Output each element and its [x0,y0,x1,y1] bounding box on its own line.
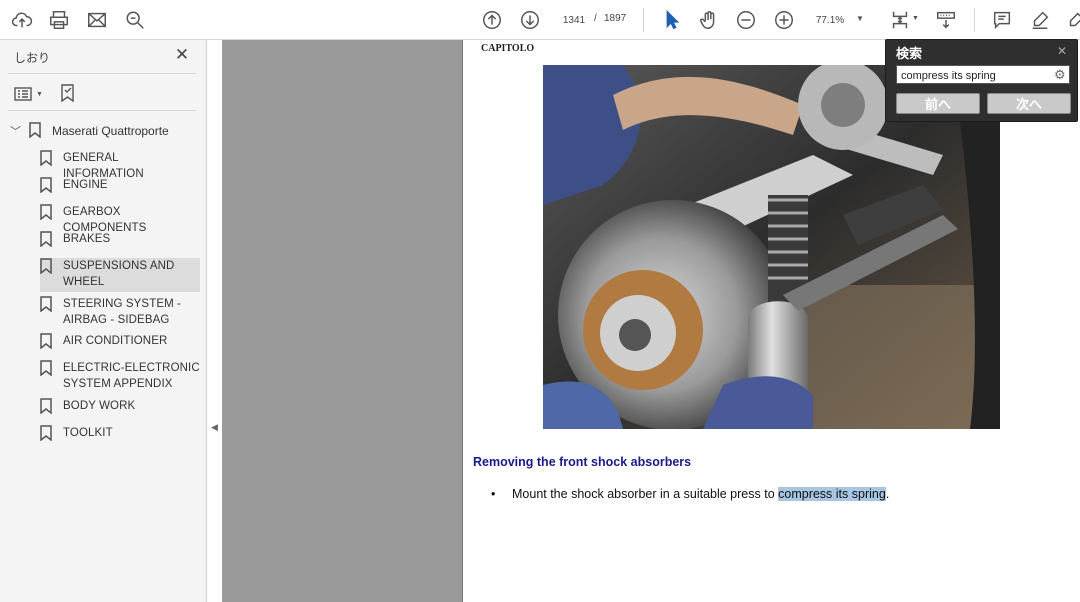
mail-icon[interactable] [83,6,111,34]
bullet-text-after: . [885,487,890,501]
bookmark-icon [40,333,54,351]
find-input[interactable] [896,65,1070,84]
new-bookmark-button[interactable] [60,83,76,105]
bookmark-icon [40,425,54,443]
divider [8,73,196,74]
next-page-icon[interactable] [516,6,544,34]
bullet-item: • Mount the shock absorber in a suitable… [491,487,889,501]
bookmark-root-label: Maserati Quattroporte [52,124,169,138]
toolbar-divider [974,8,975,32]
comment-icon[interactable] [988,6,1016,34]
bookmark-label: ELECTRIC-ELECTRONIC SYSTEM APPENDIX [63,362,200,390]
find-panel: 検索 ✕ ⚙ 前へ 次へ [885,39,1078,122]
bullet-text: Mount the shock absorber in a suitable p… [512,487,889,501]
bookmark-icon [29,122,43,140]
hand-tool-icon[interactable] [695,6,723,34]
sign-icon[interactable] [1062,6,1080,34]
main-toolbar: 1341 / 1897 77.1% ▼ ▼ [0,0,1080,40]
bookmark-icon [40,150,54,168]
bookmark-icon [40,258,54,276]
bookmark-label: ENGINE [63,179,108,191]
bookmark-item[interactable]: BRAKES [40,231,200,249]
document-page: CAPITOLO Removing the front shock absorb… [462,40,1080,602]
chapter-label: CAPITOLO [481,43,535,54]
toolbar-divider [643,8,644,32]
bookmarks-panel: しおり ✕ ▼ ﹀ Maserati Quattroporte GENERAL … [0,40,207,602]
section-heading: Removing the front shock absorbers [473,455,692,469]
bookmark-icon [40,177,54,195]
bookmark-icon [40,231,54,249]
bookmark-icon [40,296,54,314]
bookmark-add-icon [61,84,74,103]
list-options-icon [14,87,32,101]
upload-cloud-icon[interactable] [8,6,36,34]
chevron-down-icon[interactable]: ﹀ [10,123,24,139]
bookmark-icon [40,204,54,222]
bookmark-item[interactable]: STEERING SYSTEM - AIRBAG - SIDEBAG [40,296,200,328]
zoom-level-input[interactable]: 77.1% [810,9,850,31]
bookmark-item[interactable]: AIR CONDITIONER [40,333,200,351]
page-separator: / [594,13,597,24]
bookmark-root[interactable]: ﹀ Maserati Quattroporte [10,122,169,140]
bookmark-item-selected[interactable]: SUSPENSIONS AND WHEEL [40,258,200,292]
bookmark-label: SUSPENSIONS AND WHEEL [63,260,175,288]
page-number-input[interactable]: 1341 [556,9,592,31]
bullet-text-before: Mount the shock absorber in a suitable p… [512,487,779,501]
search-highlight: compress its spring [778,487,886,501]
bookmark-label: BODY WORK [63,400,136,412]
collapse-panel-icon[interactable]: ◀ [211,422,218,433]
bookmark-item[interactable]: ENGINE [40,177,200,195]
bookmark-label: BRAKES [63,233,111,245]
close-icon[interactable]: ✕ [1057,44,1067,58]
chevron-down-icon: ▼ [36,90,43,98]
bookmark-options-button[interactable]: ▼ [14,83,43,105]
bookmark-icon [40,360,54,378]
previous-page-icon[interactable] [478,6,506,34]
zoom-in-icon[interactable] [770,6,798,34]
zoom-out-icon[interactable] [732,6,760,34]
find-next-button[interactable]: 次へ [987,93,1071,114]
bookmark-label: STEERING SYSTEM - AIRBAG - SIDEBAG [63,298,181,326]
bookmark-item[interactable]: ELECTRIC-ELECTRONIC SYSTEM APPENDIX [40,360,200,392]
find-previous-button[interactable]: 前へ [896,93,980,114]
print-icon[interactable] [45,6,73,34]
bookmark-item[interactable]: BODY WORK [40,398,200,416]
search-icon[interactable] [121,6,149,34]
bookmark-icon [40,398,54,416]
highlight-pen-icon[interactable] [1026,6,1054,34]
gear-icon[interactable]: ⚙ [1054,67,1066,83]
page-fit-icon[interactable] [886,6,914,34]
divider [8,110,196,111]
select-cursor-icon[interactable] [657,6,685,34]
chevron-down-icon[interactable]: ▼ [912,15,919,22]
scroll-mode-icon[interactable] [932,6,960,34]
panel-title: しおり [14,51,51,65]
bookmark-label: AIR CONDITIONER [63,335,168,347]
find-title: 検索 [896,46,923,61]
bullet-dot: • [491,487,496,501]
bookmark-label: TOOLKIT [63,427,113,439]
bookmark-item[interactable]: TOOLKIT [40,425,200,443]
close-icon[interactable]: ✕ [174,46,190,64]
page-total: 1897 [604,13,627,24]
zoom-dropdown-icon[interactable]: ▼ [856,14,864,23]
